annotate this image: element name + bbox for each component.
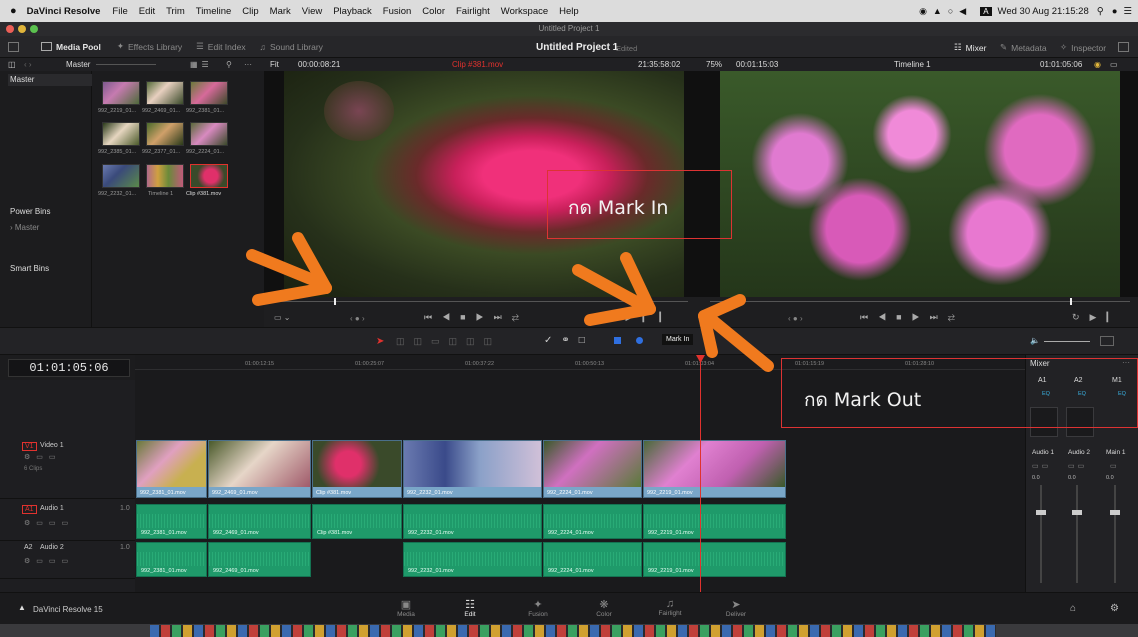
arrow-head <box>698 310 718 358</box>
arrow-to-source-scrubber <box>246 232 332 306</box>
arrow-head <box>584 303 656 326</box>
arrow-head <box>252 282 332 306</box>
arrow-shaft <box>706 314 774 372</box>
arrow-to-mark-out-button <box>698 294 774 372</box>
annotation-arrows <box>246 232 774 372</box>
arrow-to-mark-in-button <box>572 252 656 326</box>
